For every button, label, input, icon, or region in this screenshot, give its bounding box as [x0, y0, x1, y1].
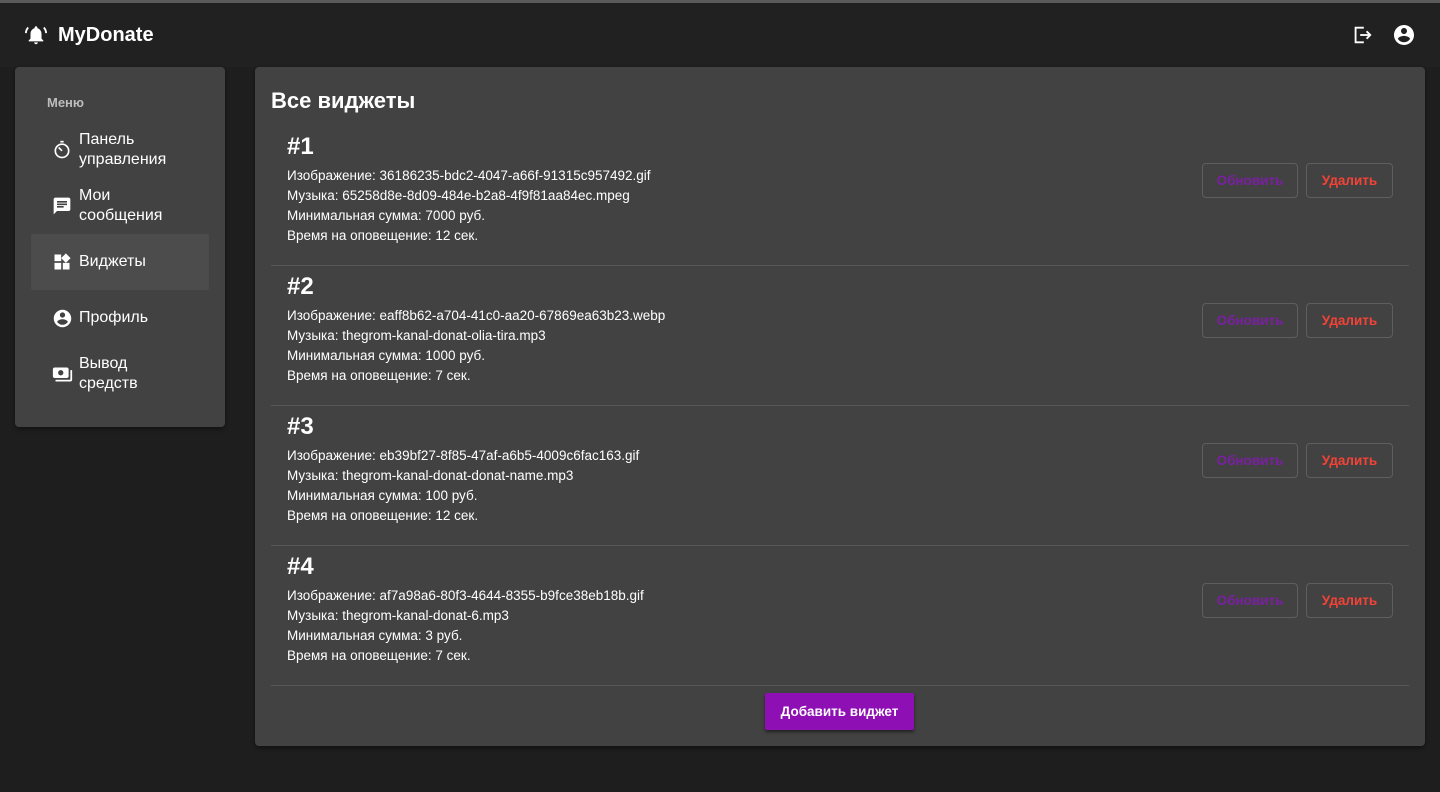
widget-card: #2 Изображение: eaff8b62-a704-41c0-aa20-… [271, 266, 1409, 406]
widget-card: #4 Изображение: af7a98a6-80f3-4644-8355-… [271, 546, 1409, 686]
update-button[interactable]: Обновить [1202, 163, 1298, 198]
sidebar: Меню Панель управления Мои сообщения Вид… [15, 67, 225, 427]
sidebar-item-label: Вывод средств [79, 355, 138, 392]
update-button[interactable]: Обновить [1202, 583, 1298, 618]
widget-number: #2 [287, 273, 314, 300]
widget-alert-time: Время на оповещение: 12 сек. [287, 228, 479, 243]
dashboard-timer-icon [51, 139, 73, 161]
widget-alert-time: Время на оповещение: 12 сек. [287, 508, 479, 523]
sidebar-item-dashboard[interactable]: Панель управления [31, 122, 209, 178]
app-bar: MyDonate [0, 3, 1440, 67]
widget-number: #1 [287, 133, 314, 160]
widget-list: #1 Изображение: 36186235-bdc2-4047-a66f-… [271, 126, 1409, 686]
account-circle-icon [51, 307, 73, 329]
delete-button[interactable]: Удалить [1306, 303, 1393, 338]
widget-card: #1 Изображение: 36186235-bdc2-4047-a66f-… [271, 126, 1409, 266]
page-title: Все виджеты [271, 88, 416, 113]
sidebar-item-label: Виджеты [79, 253, 146, 270]
sidebar-item-messages[interactable]: Мои сообщения [31, 178, 209, 234]
update-button[interactable]: Обновить [1202, 303, 1298, 338]
logout-icon[interactable] [1350, 23, 1374, 47]
widget-min-sum: Минимальная сумма: 3 руб. [287, 628, 463, 643]
sidebar-item-profile[interactable]: Профиль [31, 290, 209, 346]
widget-number: #3 [287, 413, 314, 440]
payments-icon [51, 363, 73, 385]
widget-min-sum: Минимальная сумма: 7000 руб. [287, 208, 485, 223]
sidebar-item-payout[interactable]: Вывод средств [31, 346, 209, 402]
sidebar-item-label: Панель управления [79, 131, 167, 168]
widget-actions: Обновить Удалить [1202, 163, 1393, 198]
widgets-panel: Все виджеты #1 Изображение: 36186235-bdc… [255, 67, 1425, 746]
sidebar-item-label: Профиль [79, 309, 149, 326]
appbar-actions [1350, 23, 1416, 47]
update-button[interactable]: Обновить [1202, 443, 1298, 478]
widget-actions: Обновить Удалить [1202, 303, 1393, 338]
app-title: MyDonate [58, 23, 154, 46]
widget-min-sum: Минимальная сумма: 1000 руб. [287, 348, 485, 363]
menu-caption: Меню [47, 95, 85, 110]
delete-button[interactable]: Удалить [1306, 583, 1393, 618]
message-icon [51, 195, 73, 217]
widget-min-sum: Минимальная сумма: 100 руб. [287, 488, 478, 503]
account-circle-icon[interactable] [1392, 23, 1416, 47]
bell-ringing-icon [24, 23, 48, 47]
widget-number: #4 [287, 553, 314, 580]
sidebar-item-widgets[interactable]: Виджеты [31, 234, 209, 290]
widget-actions: Обновить Удалить [1202, 443, 1393, 478]
widgets-icon [51, 251, 73, 273]
widget-alert-time: Время на оповещение: 7 сек. [287, 368, 471, 383]
delete-button[interactable]: Удалить [1306, 163, 1393, 198]
widget-card: #3 Изображение: eb39bf27-8f85-47af-a6b5-… [271, 406, 1409, 546]
delete-button[interactable]: Удалить [1306, 443, 1393, 478]
widget-alert-time: Время на оповещение: 7 сек. [287, 648, 471, 663]
sidebar-item-label: Мои сообщения [79, 187, 163, 224]
brand[interactable]: MyDonate [24, 23, 154, 47]
widget-actions: Обновить Удалить [1202, 583, 1393, 618]
add-widget-button[interactable]: Добавить виджет [765, 693, 914, 730]
